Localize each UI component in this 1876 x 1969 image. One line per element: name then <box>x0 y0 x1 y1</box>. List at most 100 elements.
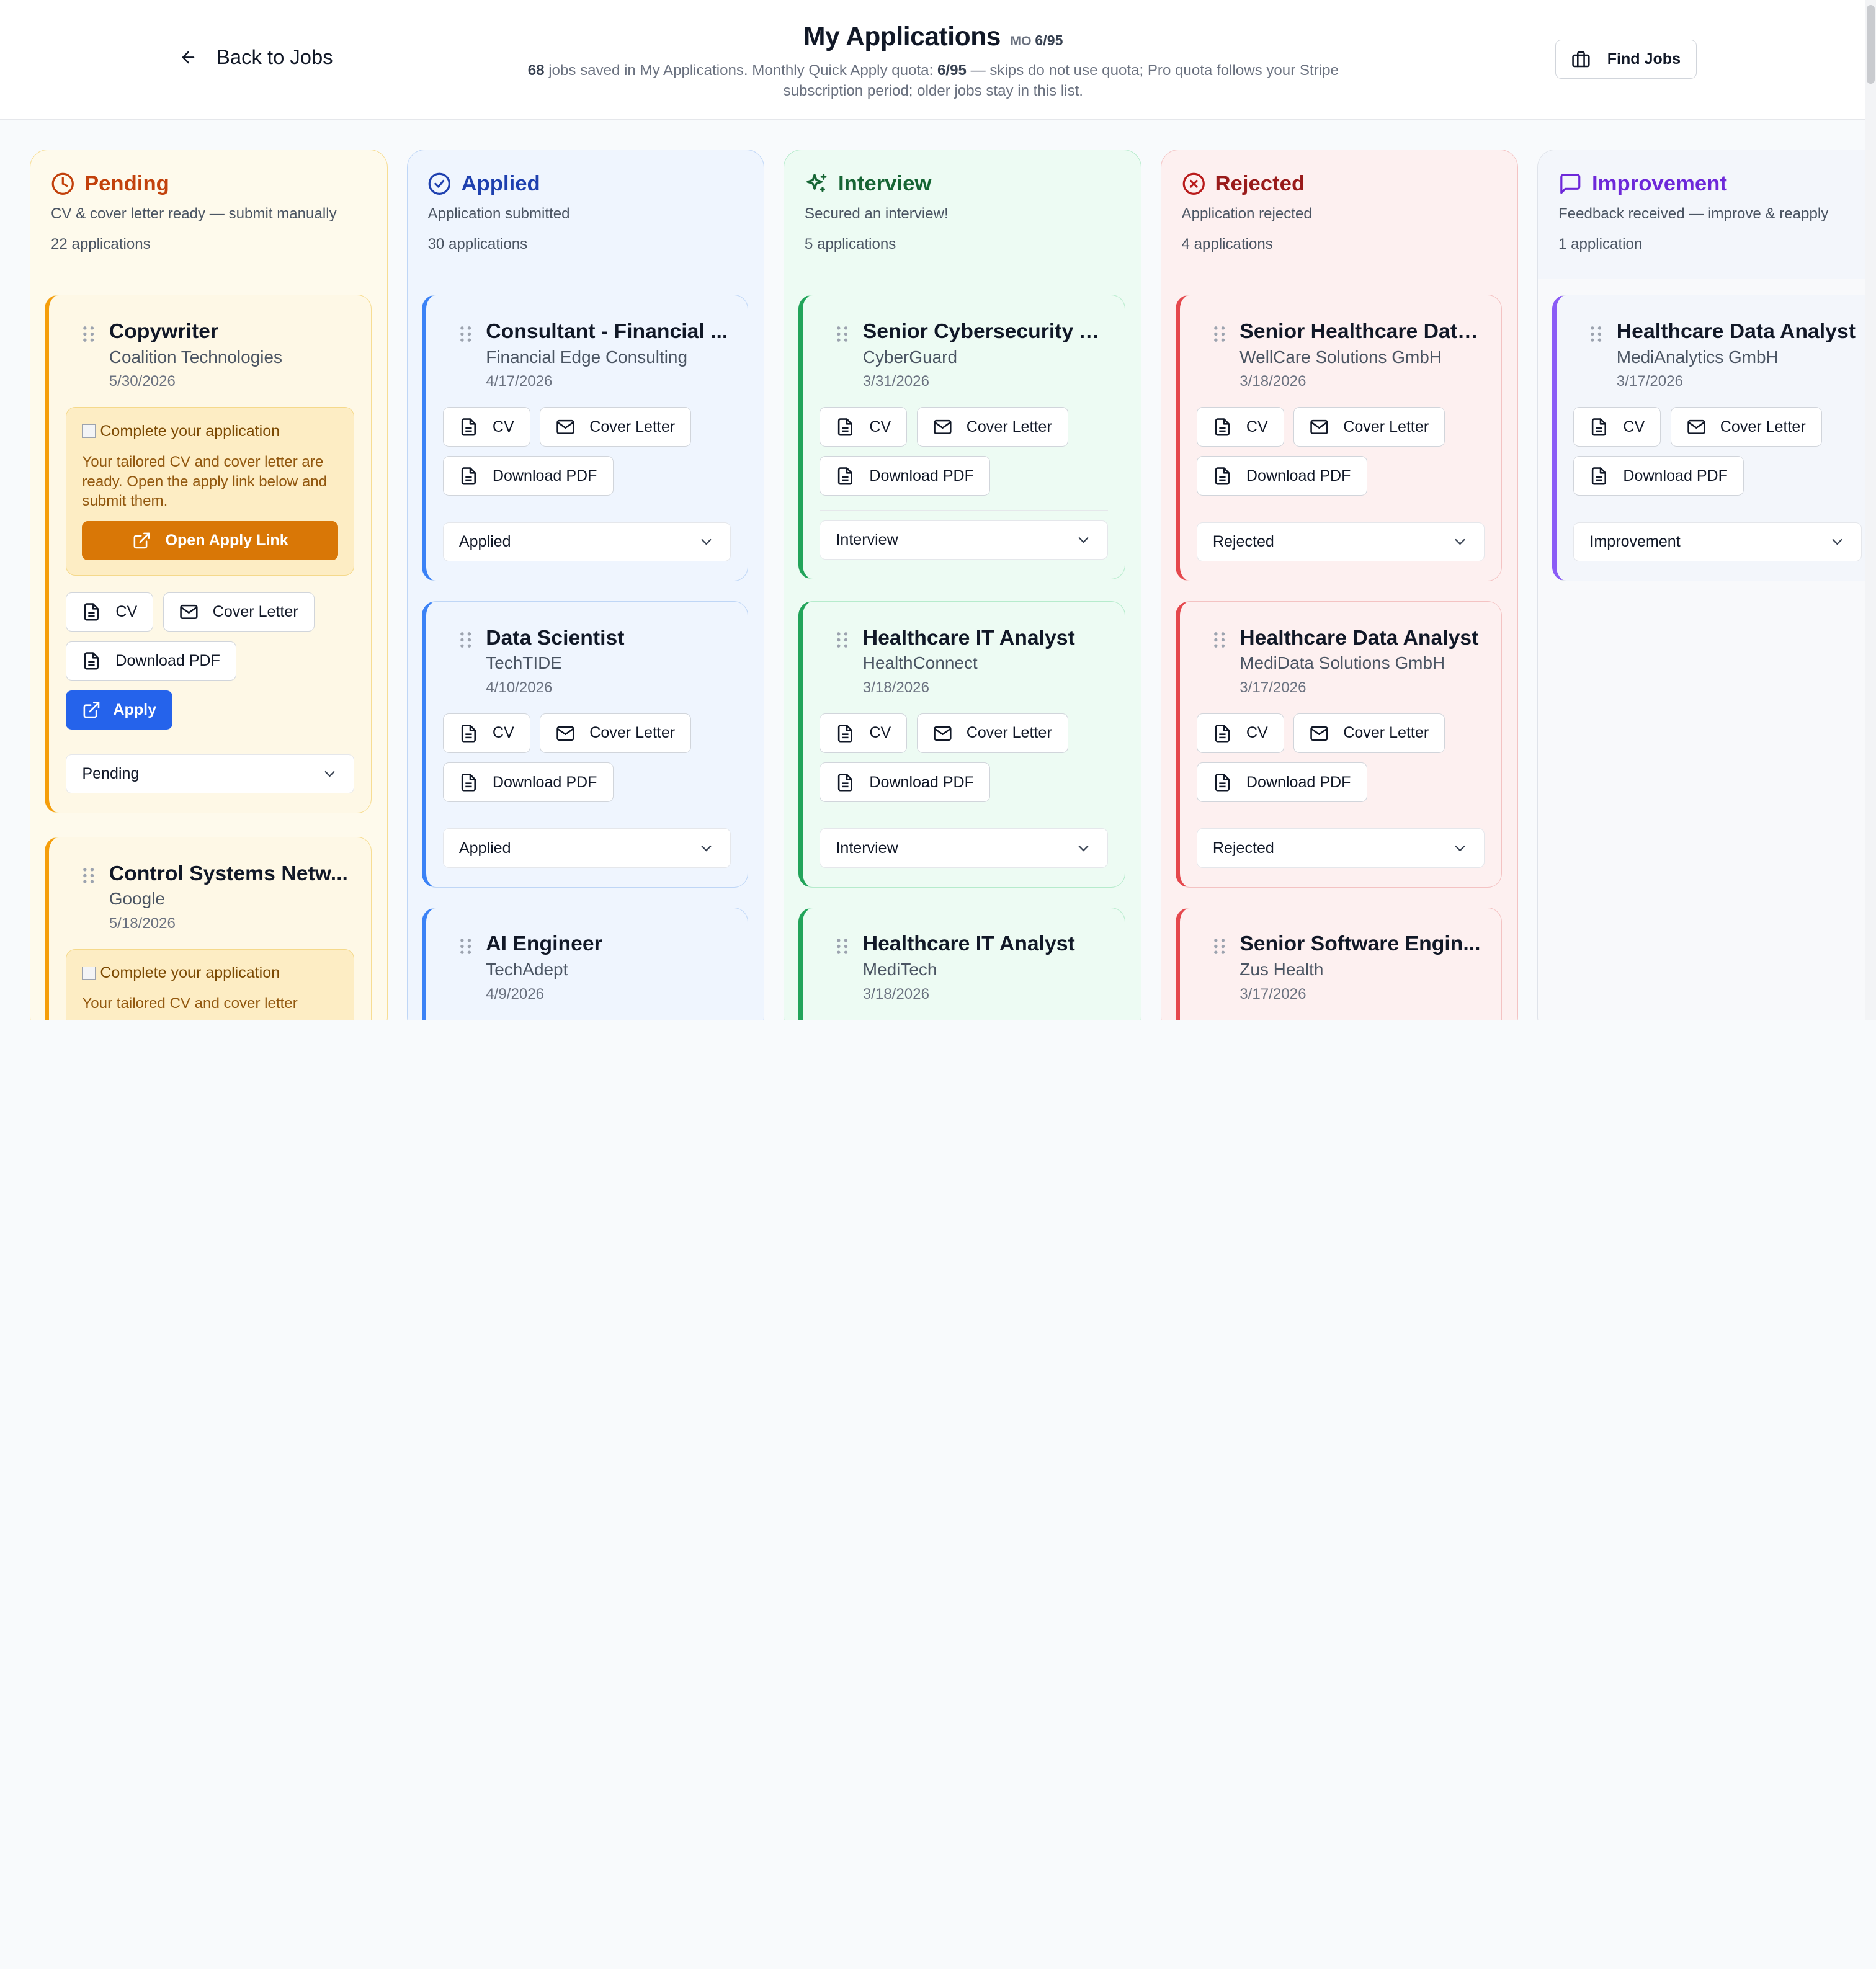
application-card[interactable]: Healthcare Data Analyst MediAnalytics Gm… <box>1552 295 1865 582</box>
drag-handle-icon[interactable] <box>1213 326 1225 342</box>
job-title: Healthcare Data Analyst <box>1240 625 1479 650</box>
cv-button[interactable]: CV <box>442 713 530 753</box>
arrow-left-icon <box>182 51 195 64</box>
application-card[interactable]: Healthcare IT Analyst MediTech 3/18/2026 <box>798 907 1125 1021</box>
cv-button[interactable]: CV <box>442 407 530 447</box>
column-count: 5 applications <box>805 236 896 253</box>
download-pdf-button[interactable]: Download PDF <box>66 641 237 681</box>
chevron-down-icon <box>324 771 335 777</box>
kanban-board: Pending CV & cover letter ready — submit… <box>30 150 1865 1021</box>
status-select[interactable]: Applied <box>442 828 731 868</box>
cover-letter-label: Cover Letter <box>966 724 1052 742</box>
notice-title: Complete your application <box>100 422 280 440</box>
status-select[interactable]: Applied <box>442 522 731 562</box>
column-pending: Pending CV & cover letter ready — submit… <box>30 150 388 1021</box>
subtitle-quota: 6/95 <box>937 62 967 79</box>
divider <box>820 510 1108 511</box>
drag-handle-icon[interactable] <box>836 938 848 955</box>
cover-letter-button[interactable]: Cover Letter <box>540 407 692 447</box>
drag-handle-icon[interactable] <box>1213 938 1225 955</box>
job-title: Control Systems Netw... <box>109 861 348 885</box>
cv-label: CV <box>492 417 514 435</box>
drag-handle-icon[interactable] <box>83 867 94 884</box>
cv-button[interactable]: CV <box>820 713 908 753</box>
application-card[interactable]: Consultant - Financial ... Financial Edg… <box>421 295 749 582</box>
saved-date: 4/17/2026 <box>486 373 553 390</box>
status-select[interactable]: Rejected <box>1196 522 1485 562</box>
drag-handle-icon[interactable] <box>1590 326 1602 342</box>
cv-label: CV <box>1246 417 1268 435</box>
scrollbar-thumb[interactable] <box>1866 4 1875 84</box>
drag-handle-icon[interactable] <box>836 326 848 342</box>
mail-icon <box>1687 419 1705 434</box>
application-card[interactable]: Data Scientist TechTIDE 4/10/2026 CV Cov… <box>421 601 749 888</box>
cv-button[interactable]: CV <box>1196 407 1284 447</box>
complete-application-notice: Complete your application Your tailored … <box>66 949 354 1021</box>
cover-letter-button[interactable]: Cover Letter <box>916 407 1068 447</box>
download-pdf-button[interactable]: Download PDF <box>820 456 991 496</box>
status-select[interactable]: Pending <box>66 754 354 794</box>
download-pdf-button[interactable]: Download PDF <box>1196 456 1367 496</box>
cover-letter-button[interactable]: Cover Letter <box>163 592 315 632</box>
external-link-icon <box>83 702 100 718</box>
download-pdf-label: Download PDF <box>492 467 597 484</box>
file-icon <box>84 603 99 621</box>
saved-date: 3/17/2026 <box>1240 679 1306 697</box>
status-select[interactable]: Interview <box>820 520 1108 560</box>
download-pdf-button[interactable]: Download PDF <box>1573 456 1744 496</box>
cv-button[interactable]: CV <box>66 592 154 632</box>
application-card[interactable]: Senior Software Engin... Zus Health 3/17… <box>1175 907 1503 1021</box>
find-jobs-button[interactable]: Find Jobs <box>1555 39 1697 79</box>
saved-date: 5/18/2026 <box>109 915 176 932</box>
cover-letter-button[interactable]: Cover Letter <box>916 713 1068 753</box>
download-pdf-button[interactable]: Download PDF <box>820 762 991 802</box>
cv-button[interactable]: CV <box>1573 407 1661 447</box>
application-card[interactable]: Healthcare IT Analyst HealthConnect 3/18… <box>798 601 1125 888</box>
application-card[interactable]: Control Systems Netw... Google 5/18/2026… <box>45 837 372 1021</box>
drag-handle-icon[interactable] <box>836 632 848 648</box>
job-title: Healthcare IT Analyst <box>862 932 1075 956</box>
mail-icon <box>1310 726 1328 741</box>
company-name: MediTech <box>862 960 937 980</box>
download-pdf-button[interactable]: Download PDF <box>1196 762 1367 802</box>
page-title: My Applications <box>803 21 1001 51</box>
cv-button[interactable]: CV <box>1196 713 1284 753</box>
status-select[interactable]: Rejected <box>1196 828 1485 868</box>
download-pdf-button[interactable]: Download PDF <box>442 762 614 802</box>
status-select[interactable]: Improvement <box>1573 522 1862 562</box>
column-count: 4 applications <box>1181 236 1273 253</box>
open-apply-link-button[interactable]: Open Apply Link <box>82 520 338 561</box>
status-select[interactable]: Interview <box>820 828 1108 868</box>
page-scrollbar[interactable] <box>1865 0 1876 1021</box>
job-title: Consultant - Financial ... <box>486 319 728 343</box>
apply-button[interactable]: Apply <box>66 690 172 730</box>
drag-handle-icon[interactable] <box>1213 632 1225 648</box>
application-card[interactable]: Senior Cybersecurity A... CyberGuard 3/3… <box>798 295 1125 580</box>
company-name: TechTIDE <box>486 653 562 673</box>
column-title: Rejected <box>1215 171 1305 195</box>
job-title: Senior Software Engin... <box>1240 932 1481 956</box>
cover-letter-button[interactable]: Cover Letter <box>1293 713 1445 753</box>
cover-letter-button[interactable]: Cover Letter <box>540 713 692 753</box>
job-title: Healthcare Data Analyst <box>1616 319 1856 343</box>
open-apply-link-label: Open Apply Link <box>165 532 288 550</box>
application-card[interactable]: AI Engineer TechAdept 4/9/2026 <box>421 907 749 1021</box>
application-card[interactable]: Copywriter Coalition Technologies 5/30/2… <box>45 295 372 814</box>
application-card[interactable]: Senior Healthcare Data... WellCare Solut… <box>1175 295 1503 582</box>
column-count: 22 applications <box>50 236 151 253</box>
drag-handle-icon[interactable] <box>460 326 471 342</box>
saved-date: 3/31/2026 <box>862 373 929 390</box>
complete-application-notice: Complete your application Your tailored … <box>66 407 354 576</box>
cover-letter-button[interactable]: Cover Letter <box>1293 407 1445 447</box>
application-card[interactable]: Healthcare Data Analyst MediData Solutio… <box>1175 601 1503 888</box>
cover-letter-label: Cover Letter <box>1720 417 1806 435</box>
drag-handle-icon[interactable] <box>460 632 471 648</box>
cover-letter-button[interactable]: Cover Letter <box>1670 407 1822 447</box>
cv-button[interactable]: CV <box>820 407 908 447</box>
drag-handle-icon[interactable] <box>460 938 471 955</box>
column-description: CV & cover letter ready — submit manuall… <box>50 205 337 223</box>
find-jobs-label: Find Jobs <box>1607 50 1681 68</box>
download-pdf-button[interactable]: Download PDF <box>442 456 614 496</box>
back-to-jobs-link[interactable]: Back to Jobs <box>179 45 333 69</box>
drag-handle-icon[interactable] <box>83 326 94 342</box>
